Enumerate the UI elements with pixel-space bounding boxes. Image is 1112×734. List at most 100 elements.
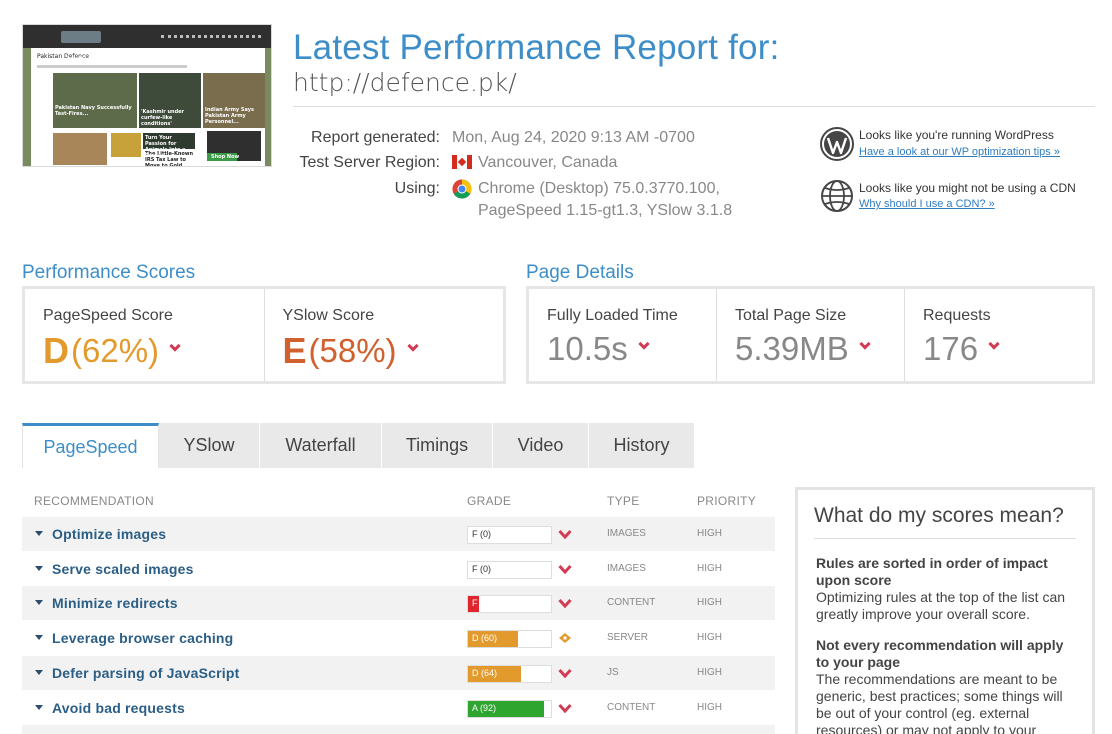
pagespeed-grade: D	[43, 330, 69, 371]
chevron-down-icon	[558, 529, 572, 540]
priority-column-header: PRIORITY	[697, 494, 757, 508]
total-page-size-cell: Total Page Size 5.39MB	[717, 289, 905, 381]
grade-value: F (0)	[472, 564, 491, 574]
thumbnail-nav-links	[161, 35, 261, 38]
expand-triangle-icon[interactable]	[35, 705, 43, 710]
expand-triangle-icon[interactable]	[35, 531, 43, 536]
explanation-answer: Optimizing rules at the top of the list …	[816, 589, 1066, 622]
table-row[interactable]: Minimize redirects F (13) CONTENT HIGH	[22, 586, 775, 620]
report-tabs: PageSpeed YSlow Waterfall Timings Video …	[22, 423, 695, 468]
fully-loaded-time-value: 10.5s	[547, 330, 628, 367]
chevron-down-icon	[638, 338, 650, 350]
fully-loaded-time-cell: Fully Loaded Time 10.5s	[529, 289, 717, 381]
thumbnail-bg-right	[265, 48, 271, 166]
tab-waterfall[interactable]: Waterfall	[260, 423, 382, 468]
recommendation-priority: HIGH	[697, 528, 722, 539]
cdn-hint-text: Looks like you might not be using a CDN	[859, 181, 1076, 195]
expand-triangle-icon[interactable]	[35, 670, 43, 675]
site-screenshot-thumbnail: Pakistan Defence Pakistan Navy Successfu…	[22, 24, 272, 167]
table-row[interactable]: Serve scaled images F (0) IMAGES HIGH	[22, 552, 775, 586]
wordpress-hint-text: Looks like you're running WordPress	[859, 128, 1054, 142]
engine-versions-value: PageSpeed 1.15-gt1.3, YSlow 3.1.8	[478, 202, 733, 219]
fully-loaded-time-value-wrap: 10.5s	[547, 330, 650, 368]
grade-value: F (0)	[472, 529, 491, 539]
recommendation-name[interactable]: Optimize images	[52, 526, 166, 542]
recommendation-type: IMAGES	[607, 528, 646, 539]
recommendation-type: CONTENT	[607, 597, 656, 608]
total-page-size-value-wrap: 5.39MB	[735, 330, 871, 368]
thumbnail-caption: Indian Army Says Pakistan Army Personnel…	[205, 107, 254, 125]
recommendation-name[interactable]: Leverage browser caching	[52, 630, 233, 646]
grade-bar: D (60)	[467, 630, 552, 648]
table-row[interactable]: Leverage browser caching D (60) SERVER H…	[22, 621, 775, 655]
table-row	[22, 725, 775, 734]
total-page-size-label: Total Page Size	[735, 307, 847, 324]
recommendation-priority: HIGH	[697, 597, 722, 608]
thumbnail-ad-image	[53, 133, 107, 165]
table-row[interactable]: Avoid bad requests A (92) CONTENT HIGH	[22, 691, 775, 725]
recommendation-column-header: RECOMMENDATION	[34, 494, 154, 508]
pagespeed-percent: (62%)	[71, 332, 160, 369]
diamond-icon	[559, 633, 571, 643]
pagespeed-score-cell: PageSpeed Score D (62%)	[25, 289, 265, 381]
globe-icon	[821, 180, 853, 212]
thumbnail-logo-text: DEFENCE	[67, 56, 88, 61]
requests-label: Requests	[923, 307, 991, 324]
recommendation-name[interactable]: Avoid bad requests	[52, 700, 185, 716]
chevron-down-icon	[558, 564, 572, 575]
recommendation-priority: HIGH	[697, 563, 722, 574]
pagespeed-score-value: D (62%)	[43, 330, 181, 372]
page-details-heading: Page Details	[526, 262, 634, 283]
thumbnail-logo	[61, 31, 101, 43]
test-server-region-label: Test Server Region:	[299, 154, 440, 171]
recommendation-type: IMAGES	[607, 563, 646, 574]
chevron-down-icon	[558, 598, 572, 609]
explanation-question: Not every recommendation will apply to y…	[816, 637, 1064, 670]
chevron-down-icon	[988, 338, 1000, 350]
recommendation-priority: HIGH	[697, 702, 722, 713]
wp-optimization-tips-link[interactable]: Have a look at our WP optimization tips …	[859, 146, 1060, 158]
chrome-icon	[452, 179, 472, 199]
requests-value-wrap: 176	[923, 330, 1000, 368]
page-details-panel: Fully Loaded Time 10.5s Total Page Size …	[526, 286, 1095, 384]
test-server-region-value: Vancouver, Canada	[478, 154, 618, 171]
table-row[interactable]: Optimize images F (0) IMAGES HIGH	[22, 517, 775, 551]
grade-column-header: GRADE	[467, 494, 512, 508]
grade-value: F (13)	[472, 598, 497, 608]
thumbnail-caption: Turn Your Passion for Animals Into a Car…	[145, 135, 186, 159]
pagespeed-score-label: PageSpeed Score	[43, 307, 173, 324]
recommendation-name[interactable]: Serve scaled images	[52, 561, 194, 577]
thumbnail-caption: 'Kashmir under curfew-like conditions'	[141, 109, 185, 127]
explanation-answer: The recommendations are meant to be gene…	[816, 671, 1063, 734]
yslow-score-value: E (58%)	[282, 330, 419, 372]
table-row[interactable]: Defer parsing of JavaScript D (64) JS HI…	[22, 656, 775, 690]
tab-history[interactable]: History	[589, 423, 695, 468]
recommendation-priority: HIGH	[697, 632, 722, 643]
grade-bar: F (0)	[467, 526, 552, 544]
thumbnail-divider	[37, 65, 187, 68]
scores-explanation-box: What do my scores mean? Rules are sorted…	[795, 487, 1095, 734]
fully-loaded-time-label: Fully Loaded Time	[547, 307, 678, 324]
grade-value: A (92)	[472, 703, 497, 713]
requests-value: 176	[923, 330, 979, 367]
chevron-down-icon	[558, 703, 572, 714]
recommendation-name[interactable]: Defer parsing of JavaScript	[52, 665, 239, 681]
recommendation-type: JS	[607, 667, 619, 678]
yslow-grade: E	[282, 330, 307, 371]
tab-timings[interactable]: Timings	[382, 423, 493, 468]
chevron-down-icon	[169, 340, 181, 352]
thumbnail-bg-left	[23, 48, 31, 166]
tab-pagespeed[interactable]: PageSpeed	[22, 423, 159, 468]
scores-explanation-title: What do my scores mean?	[814, 504, 1076, 539]
tab-yslow[interactable]: YSlow	[159, 423, 260, 468]
expand-triangle-icon[interactable]	[35, 566, 43, 571]
chevron-down-icon	[558, 668, 572, 679]
grade-bar: F (13)	[467, 595, 552, 613]
tab-video[interactable]: Video	[493, 423, 589, 468]
expand-triangle-icon[interactable]	[35, 635, 43, 640]
report-generated-label: Report generated:	[311, 129, 440, 146]
why-use-cdn-link[interactable]: Why should I use a CDN? »	[859, 198, 995, 210]
expand-triangle-icon[interactable]	[35, 600, 43, 605]
type-column-header: TYPE	[607, 494, 640, 508]
recommendation-name[interactable]: Minimize redirects	[52, 595, 178, 611]
